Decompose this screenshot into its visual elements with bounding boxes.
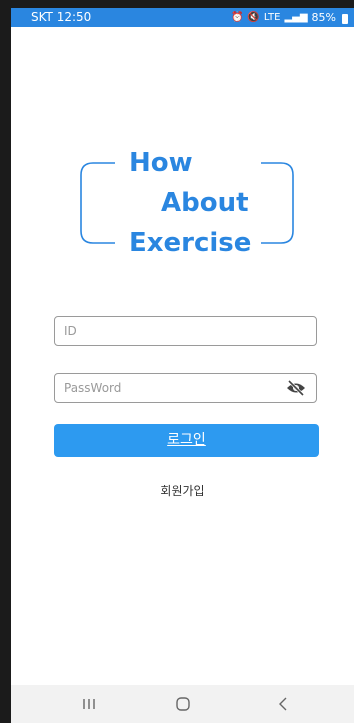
home-icon[interactable] — [171, 694, 195, 714]
signal-icon: ▂▄▆ — [284, 12, 308, 23]
logo-word-exercise: Exercise — [129, 228, 252, 258]
battery-percent: 85% — [311, 11, 336, 24]
app-screen: SKT 12:50 ⏰ 🔇 LTE ▂▄▆ 85% How About Exer… — [11, 8, 354, 723]
signup-link[interactable]: 회원가입 — [11, 482, 354, 499]
navigation-bar — [11, 685, 354, 723]
recent-apps-icon[interactable] — [77, 694, 101, 714]
login-button[interactable]: 로그인 — [54, 424, 319, 457]
network-type-label: LTE — [263, 12, 281, 23]
login-button-label: 로그인 — [167, 432, 206, 448]
device-frame: SKT 12:50 ⏰ 🔇 LTE ▂▄▆ 85% How About Exer… — [0, 0, 354, 723]
back-icon[interactable] — [271, 694, 295, 714]
password-input[interactable] — [64, 374, 274, 402]
id-input[interactable] — [64, 317, 274, 345]
logo-word-about: About — [161, 188, 249, 218]
battery-icon — [342, 13, 348, 24]
id-field[interactable] — [54, 316, 317, 346]
alarm-icon: ⏰ — [230, 12, 244, 23]
mute-icon: 🔇 — [247, 12, 260, 23]
logo-word-how: How — [129, 148, 193, 178]
status-icons: ⏰ 🔇 LTE ▂▄▆ 85% — [231, 8, 348, 27]
password-field[interactable] — [54, 373, 317, 403]
app-logo: How About Exercise — [79, 148, 294, 258]
status-time: SKT 12:50 — [31, 10, 92, 24]
status-bar: SKT 12:50 ⏰ 🔇 LTE ▂▄▆ 85% — [11, 8, 354, 27]
eye-off-icon[interactable] — [286, 379, 306, 397]
